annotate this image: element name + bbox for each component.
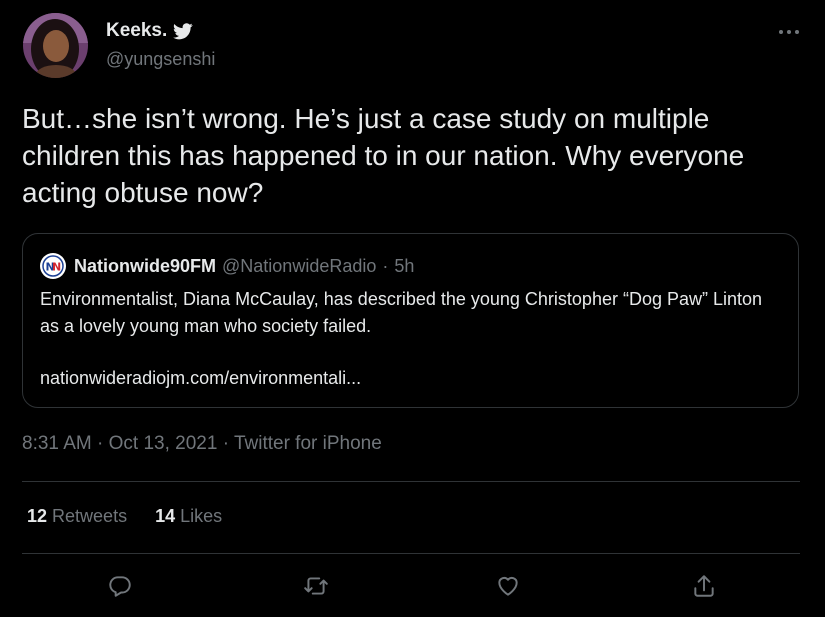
twitter-bird-icon [173,22,193,40]
avatar[interactable] [23,13,88,78]
quoted-tweet-header: N N Nationwide90FM @NationwideRadio · 5h [40,253,414,279]
svg-text:N: N [52,261,61,274]
share-icon [694,575,714,597]
reply-button[interactable] [104,570,136,602]
retweet-icon [304,577,328,595]
quoted-time[interactable]: 5h [394,256,414,277]
quoted-separator: · [382,255,389,276]
divider [22,481,800,482]
tweet-source[interactable]: Twitter for iPhone [234,433,382,454]
author-name-row[interactable]: Keeks. [106,20,193,42]
retweet-button[interactable] [300,570,332,602]
engagement-stats: 12 Retweets 14 Likes [27,506,222,527]
author-handle[interactable]: @yungsenshi [106,49,215,70]
likes-count: 14 [155,506,176,526]
retweets-label: Retweets [52,506,128,526]
like-icon [498,576,518,596]
tweet-timestamp-row: 8:31 AM · Oct 13, 2021 · Twitter for iPh… [22,433,382,455]
author-display-name[interactable]: Keeks. [106,20,167,42]
tweet: Keeks. @yungsenshi But…she isn’t wrong. … [0,0,825,617]
retweets-count: 12 [27,506,48,526]
retweets-stat[interactable]: 12 Retweets [27,506,127,527]
tweet-text: But…she isn’t wrong. He’s just a case st… [22,103,753,208]
meta-separator: · [222,433,230,454]
tweet-time[interactable]: 8:31 AM [22,433,92,454]
share-button[interactable] [688,570,720,602]
quoted-tweet[interactable]: N N Nationwide90FM @NationwideRadio · 5h… [22,233,799,408]
nationwide-logo-icon: N N [40,253,66,279]
reply-icon [109,576,131,597]
like-button[interactable] [492,570,524,602]
likes-label: Likes [180,506,223,526]
quoted-author-handle[interactable]: @NationwideRadio [222,256,376,277]
likes-stat[interactable]: 14 Likes [155,506,222,527]
tweet-actions [0,570,825,604]
quoted-tweet-text: Environmentalist, Diana McCaulay, has de… [40,289,763,336]
divider [22,553,800,554]
more-options-button[interactable] [772,18,806,46]
meta-separator: · [97,433,104,454]
tweet-date[interactable]: Oct 13, 2021 [109,433,218,454]
more-icon [779,30,799,34]
quoted-author-name[interactable]: Nationwide90FM [74,256,216,277]
quoted-tweet-link[interactable]: nationwideradiojm.com/environmentali... [40,368,361,389]
